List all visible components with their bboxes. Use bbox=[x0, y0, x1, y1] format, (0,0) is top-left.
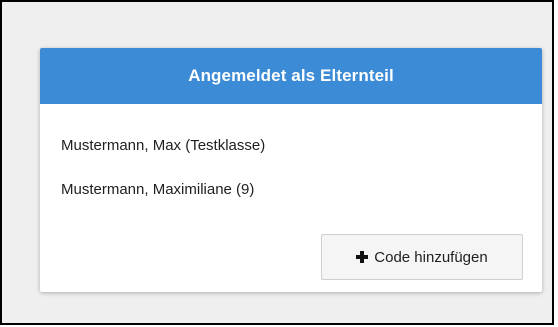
login-status-panel: Angemeldet als Elternteil Mustermann, Ma… bbox=[40, 48, 542, 292]
panel-body: Mustermann, Max (Testklasse) Mustermann,… bbox=[40, 104, 542, 292]
add-code-button-label: Code hinzufügen bbox=[374, 248, 488, 266]
plus-icon bbox=[356, 251, 369, 263]
panel-header: Angemeldet als Elternteil bbox=[40, 48, 542, 104]
app-frame: Angemeldet als Elternteil Mustermann, Ma… bbox=[0, 0, 554, 325]
child-entry: Mustermann, Max (Testklasse) bbox=[61, 137, 266, 154]
add-code-button[interactable]: Code hinzufügen bbox=[321, 234, 523, 280]
panel-title: Angemeldet als Elternteil bbox=[188, 66, 394, 85]
child-entry: Mustermann, Maximiliane (9) bbox=[61, 181, 255, 198]
